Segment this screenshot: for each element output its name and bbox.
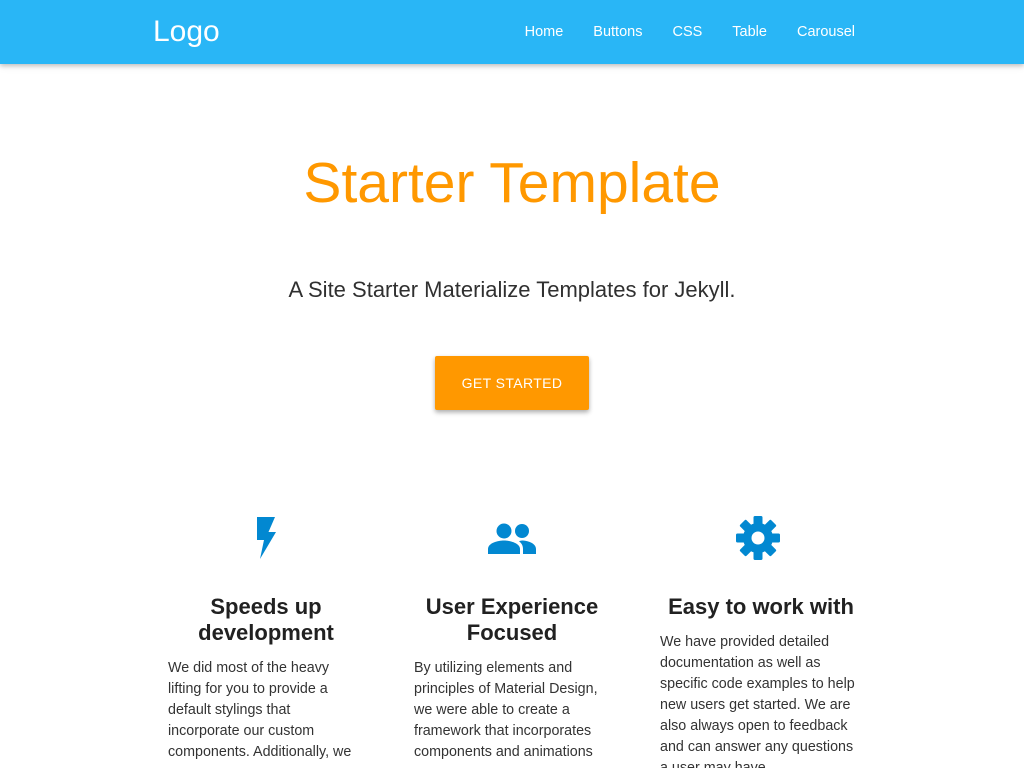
get-started-button[interactable]: GET STARTED [435, 356, 589, 410]
nav-links: Home Buttons CSS Table Carousel [510, 0, 870, 64]
top-navbar: Logo Home Buttons CSS Table Carousel [0, 0, 1024, 64]
nav-link-table[interactable]: Table [717, 0, 782, 64]
nav-link-buttons[interactable]: Buttons [578, 0, 657, 64]
feature-title: User Experience Focused [425, 594, 599, 645]
feature-text: By utilizing elements and principles of … [414, 660, 598, 760]
nav-link-carousel[interactable]: Carousel [782, 0, 870, 64]
settings-icon [660, 512, 856, 564]
feature-title: Easy to work with [668, 594, 854, 619]
nav-link-css[interactable]: CSS [657, 0, 717, 64]
group-icon [414, 512, 610, 564]
hero-title: Starter Template [303, 151, 721, 215]
logo-link[interactable]: Logo [153, 12, 220, 52]
flash-icon [168, 512, 364, 564]
feature-ux: User Experience Focused By utilizing ele… [414, 512, 610, 763]
feature-easy: Easy to work with We have provided detai… [660, 512, 856, 768]
nav-link-home[interactable]: Home [510, 0, 579, 64]
hero-subtitle: A Site Starter Materialize Templates for… [288, 277, 736, 302]
feature-text: We did most of the heavy lifting for you… [168, 660, 352, 760]
feature-text: We have provided detailed documentation … [660, 634, 855, 768]
feature-speed: Speeds up development We did most of the… [168, 512, 364, 763]
feature-title: Speeds up development [198, 594, 334, 645]
